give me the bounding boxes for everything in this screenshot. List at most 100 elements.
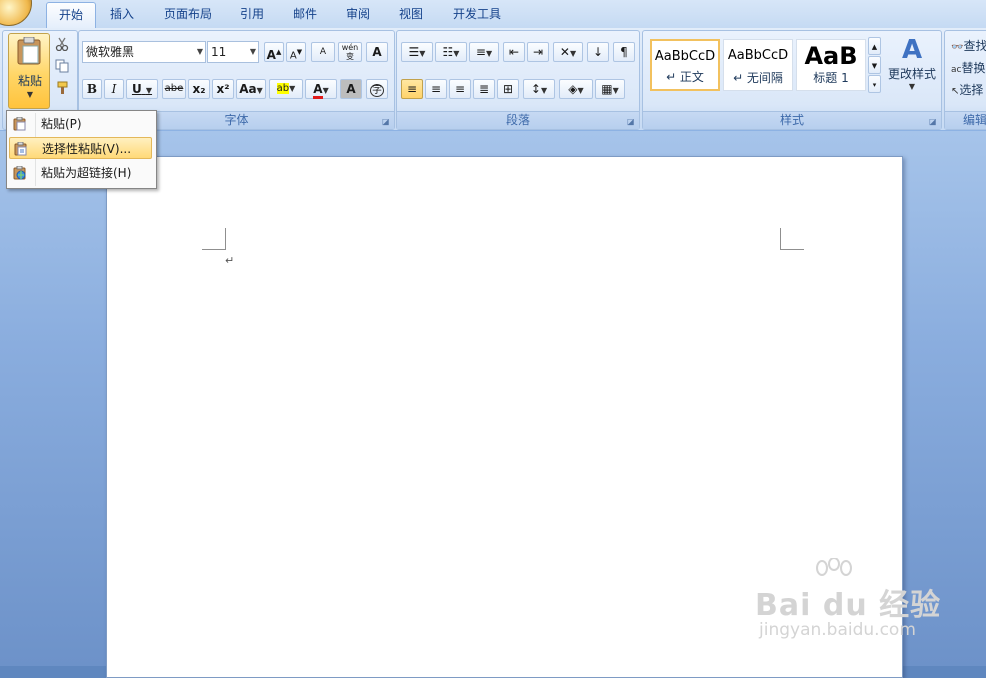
shading-button[interactable]: ◈▼ [559, 79, 593, 99]
numbering-button[interactable]: ☷▼ [435, 42, 467, 62]
gallery-scroll-down[interactable]: ▼ [868, 56, 881, 74]
change-case-button[interactable]: Aa▼ [236, 79, 266, 99]
tab-page-layout[interactable]: 页面布局 [156, 2, 220, 27]
style-no-spacing[interactable]: AaBbCcD ↵ 无间隔 [723, 39, 793, 91]
select-button[interactable]: ↖选择 [951, 81, 983, 98]
strikethrough-button[interactable]: abe [162, 79, 186, 99]
justify-button[interactable]: ≣ [473, 79, 495, 99]
tab-review[interactable]: 审阅 [338, 2, 378, 27]
watermark-main: Bai du 经验 [755, 588, 942, 623]
dialog-launcher-icon[interactable]: ◪ [382, 117, 391, 126]
paragraph-group: ☰▼ ☷▼ ≡▼ ⇤ ⇥ ✕▼ ↓ ¶ ≡ ≡ ≡ ≣ ⊞ ↕▼ ◈▼ ▦▼ 段… [396, 30, 640, 130]
line-spacing-button[interactable]: ↕▼ [523, 79, 555, 99]
more-icon: ▾ [872, 81, 877, 89]
paragraph-group-label: 段落 [397, 111, 639, 129]
distributed-button[interactable]: ⊞ [497, 79, 519, 99]
paste-special-icon [14, 142, 27, 156]
style-heading-1[interactable]: AaB 标题 1 [796, 39, 866, 91]
chevron-down-icon: ▼ [908, 82, 916, 91]
dialog-launcher-icon[interactable]: ◪ [929, 117, 938, 126]
line-spacing-icon: ↕ [530, 82, 541, 96]
borders-button[interactable]: ▦▼ [595, 79, 625, 99]
gallery-more[interactable]: ▾ [868, 75, 881, 93]
tab-references[interactable]: 引用 [232, 2, 272, 27]
paste-hyperlink-icon [13, 166, 26, 180]
align-right-button[interactable]: ≡ [449, 79, 471, 99]
align-left-button[interactable]: ≡ [401, 79, 423, 99]
copy-icon[interactable] [55, 59, 69, 73]
distributed-icon: ⊞ [502, 82, 514, 96]
align-center-button[interactable]: ≡ [425, 79, 447, 99]
decrease-indent-button[interactable]: ⇤ [503, 42, 525, 62]
numbered-list-icon: ☷ [442, 45, 454, 59]
font-color-button[interactable]: A▼ [305, 79, 337, 99]
menu-item-paste-hyperlink[interactable]: 粘贴为超链接(H) [9, 162, 152, 184]
style-normal[interactable]: AaBbCcD ↵ 正文 [650, 39, 720, 91]
bold-button[interactable]: B [82, 79, 102, 99]
underline-button[interactable]: U ▼ [126, 79, 158, 99]
decrease-indent-icon: ⇤ [508, 45, 520, 59]
highlight-color-button[interactable]: ab▼ [269, 79, 303, 99]
tab-home[interactable]: 开始 [46, 2, 96, 29]
chevron-down-icon[interactable]: ▼ [9, 90, 51, 99]
crop-mark-top-left [202, 228, 226, 250]
crop-mark-top-right [780, 228, 804, 250]
format-painter-icon[interactable] [55, 81, 69, 95]
paste-label: 粘贴 [17, 74, 42, 88]
ribbon-tab-bar: 开始 插入 页面布局 引用 邮件 审阅 视图 开发工具 [0, 0, 986, 29]
enclose-characters-button[interactable]: 字 [366, 79, 388, 99]
dialog-launcher-icon[interactable]: ◪ [627, 117, 636, 126]
subscript-button[interactable]: x₂ [188, 79, 210, 99]
align-left-icon: ≡ [406, 82, 418, 96]
replace-button[interactable]: ac替换 [951, 59, 985, 76]
paste-icon [13, 117, 26, 131]
change-styles-icon: A [901, 35, 923, 65]
paragraph-mark-icon: ¶ [620, 45, 628, 59]
phonetic-guide-button[interactable]: wén 变 [338, 42, 362, 62]
grow-font-button[interactable]: A▲ [264, 42, 284, 62]
menu-item-paste-special[interactable]: 选择性粘贴(V)... [9, 137, 152, 159]
chevron-down-icon: ▼ [871, 62, 878, 70]
font-size-value: 11 [211, 45, 227, 59]
increase-indent-icon: ⇥ [532, 45, 544, 59]
editing-group: 👓查找 ac替换 ↖选择 编辑 [944, 30, 986, 130]
multilevel-list-button[interactable]: ≡▼ [469, 42, 499, 62]
tab-insert[interactable]: 插入 [100, 2, 144, 27]
change-styles-button[interactable]: A 更改样式 ▼ [885, 35, 939, 105]
chinese-layout-button[interactable]: ✕▼ [553, 42, 583, 62]
tab-developer[interactable]: 开发工具 [444, 2, 510, 27]
character-border-button[interactable]: A [366, 42, 388, 62]
gallery-scroll-up[interactable]: ▲ [868, 37, 881, 55]
paragraph-mark[interactable]: ↵ [225, 254, 234, 267]
justify-icon: ≣ [478, 82, 490, 96]
font-name-combo[interactable]: 微软雅黑 ▼ [82, 41, 206, 63]
chevron-down-icon[interactable]: ▼ [250, 42, 256, 62]
multilevel-list-icon: ≡ [475, 45, 486, 59]
scissors-icon[interactable] [55, 37, 69, 51]
editing-group-label: 编辑 [945, 111, 986, 129]
italic-button[interactable]: I [104, 79, 124, 99]
office-button[interactable] [0, 0, 32, 26]
paste-menu: 粘贴(P) 选择性粘贴(V)... 粘贴为超链接(H) [6, 110, 157, 189]
paint-bucket-icon: ◈ [568, 82, 578, 96]
menu-item-paste[interactable]: 粘贴(P) [9, 113, 152, 135]
superscript-button[interactable]: x² [212, 79, 234, 99]
baidu-watermark: Bai du 经验 jingyan.baidu.com [755, 558, 955, 648]
chevron-down-icon[interactable]: ▼ [197, 42, 203, 62]
font-size-combo[interactable]: 11 ▼ [207, 41, 259, 63]
find-button[interactable]: 👓查找 [951, 37, 986, 54]
tab-mailings[interactable]: 邮件 [285, 2, 325, 27]
border-icon: ▦ [601, 82, 613, 96]
bullets-button[interactable]: ☰▼ [401, 42, 433, 62]
chevron-up-icon: ▲ [871, 43, 878, 51]
clipboard-icon [17, 37, 41, 65]
sort-button[interactable]: ↓ [587, 42, 609, 62]
shrink-font-button[interactable]: A▼ [286, 42, 306, 62]
paste-button[interactable]: 粘贴 ▼ [8, 33, 50, 109]
tab-view[interactable]: 视图 [391, 2, 431, 27]
character-shading-button[interactable]: A [340, 79, 362, 99]
increase-indent-button[interactable]: ⇥ [527, 42, 549, 62]
show-marks-button[interactable]: ¶ [613, 42, 635, 62]
clear-formatting-button[interactable]: A [311, 42, 335, 62]
sort-icon: ↓ [592, 45, 604, 59]
